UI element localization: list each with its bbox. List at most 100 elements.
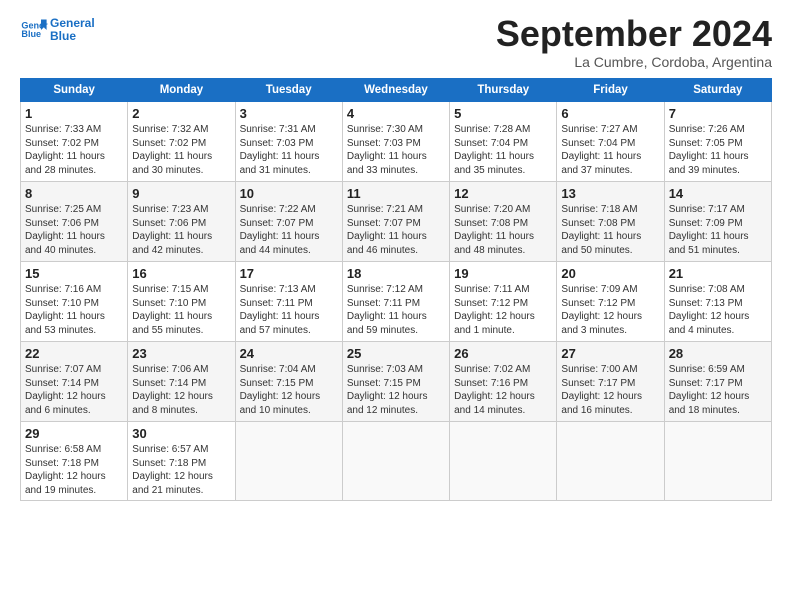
calendar-week-1: 1 Sunrise: 7:33 AM Sunset: 7:02 PM Daylig… (21, 102, 772, 182)
table-row: 7 Sunrise: 7:26 AM Sunset: 7:05 PM Daylig… (664, 102, 771, 182)
table-row: 25 Sunrise: 7:03 AM Sunset: 7:15 PM Dayli… (342, 342, 449, 422)
table-row: 27 Sunrise: 7:00 AM Sunset: 7:17 PM Dayli… (557, 342, 664, 422)
calendar-week-3: 15 Sunrise: 7:16 AM Sunset: 7:10 PM Dayli… (21, 262, 772, 342)
day-number: 28 (669, 346, 767, 361)
table-row: 2 Sunrise: 7:32 AM Sunset: 7:02 PM Daylig… (128, 102, 235, 182)
day-content: Sunrise: 7:28 AM Sunset: 7:04 PM Dayligh… (454, 123, 552, 177)
table-row: 15 Sunrise: 7:16 AM Sunset: 7:10 PM Dayli… (21, 262, 128, 342)
day-number: 19 (454, 266, 552, 281)
day-content: Sunrise: 7:02 AM Sunset: 7:16 PM Dayligh… (454, 363, 552, 417)
day-content: Sunrise: 7:16 AM Sunset: 7:10 PM Dayligh… (25, 283, 123, 337)
day-number: 15 (25, 266, 123, 281)
header-monday: Monday (128, 79, 235, 102)
calendar-week-2: 8Sunrise: 7:25 AM Sunset: 7:06 PM Daylig… (21, 182, 772, 262)
table-row: 16 Sunrise: 7:15 AM Sunset: 7:10 PM Dayli… (128, 262, 235, 342)
table-row: 29 Sunrise: 6:58 AM Sunset: 7:18 PM Dayli… (21, 422, 128, 501)
calendar-table: Sunday Monday Tuesday Wednesday Thursday… (20, 78, 772, 501)
day-number: 22 (25, 346, 123, 361)
day-content: Sunrise: 7:07 AM Sunset: 7:14 PM Dayligh… (25, 363, 123, 417)
day-content: Sunrise: 7:12 AM Sunset: 7:11 PM Dayligh… (347, 283, 445, 337)
table-row (235, 422, 342, 501)
day-content: Sunrise: 7:26 AM Sunset: 7:05 PM Dayligh… (669, 123, 767, 177)
day-number: 10 (240, 186, 338, 201)
month-title: September 2024 (496, 16, 772, 52)
table-row: 19 Sunrise: 7:11 AM Sunset: 7:12 PM Dayli… (450, 262, 557, 342)
day-content: Sunrise: 7:15 AM Sunset: 7:10 PM Dayligh… (132, 283, 230, 337)
calendar-week-5: 29 Sunrise: 6:58 AM Sunset: 7:18 PM Dayli… (21, 422, 772, 501)
day-content: Sunrise: 7:18 AM Sunset: 7:08 PM Dayligh… (561, 203, 659, 257)
table-row: 26 Sunrise: 7:02 AM Sunset: 7:16 PM Dayli… (450, 342, 557, 422)
day-number: 20 (561, 266, 659, 281)
table-row: 22 Sunrise: 7:07 AM Sunset: 7:14 PM Dayli… (21, 342, 128, 422)
calendar-week-4: 22 Sunrise: 7:07 AM Sunset: 7:14 PM Dayli… (21, 342, 772, 422)
table-row: 30 Sunrise: 6:57 AM Sunset: 7:18 PM Dayli… (128, 422, 235, 501)
day-content: Sunrise: 6:57 AM Sunset: 7:18 PM Dayligh… (132, 443, 230, 497)
day-number: 24 (240, 346, 338, 361)
day-number: 9 (132, 186, 230, 201)
day-number: 30 (132, 426, 230, 441)
day-number: 16 (132, 266, 230, 281)
day-number: 11 (347, 186, 445, 201)
table-row (557, 422, 664, 501)
day-content: Sunrise: 7:20 AM Sunset: 7:08 PM Dayligh… (454, 203, 552, 257)
header-thursday: Thursday (450, 79, 557, 102)
day-number: 1 (25, 106, 123, 121)
day-number: 12 (454, 186, 552, 201)
day-content: Sunrise: 7:03 AM Sunset: 7:15 PM Dayligh… (347, 363, 445, 417)
day-number: 21 (669, 266, 767, 281)
table-row: 8Sunrise: 7:25 AM Sunset: 7:06 PM Daylig… (21, 182, 128, 262)
day-content: Sunrise: 7:08 AM Sunset: 7:13 PM Dayligh… (669, 283, 767, 337)
day-content: Sunrise: 7:00 AM Sunset: 7:17 PM Dayligh… (561, 363, 659, 417)
day-content: Sunrise: 7:17 AM Sunset: 7:09 PM Dayligh… (669, 203, 767, 257)
table-row: 18 Sunrise: 7:12 AM Sunset: 7:11 PM Dayli… (342, 262, 449, 342)
table-row (450, 422, 557, 501)
day-number: 6 (561, 106, 659, 121)
weekday-header-row: Sunday Monday Tuesday Wednesday Thursday… (21, 79, 772, 102)
day-content: Sunrise: 7:09 AM Sunset: 7:12 PM Dayligh… (561, 283, 659, 337)
day-number: 18 (347, 266, 445, 281)
table-row: 3 Sunrise: 7:31 AM Sunset: 7:03 PM Daylig… (235, 102, 342, 182)
day-content: Sunrise: 7:33 AM Sunset: 7:02 PM Dayligh… (25, 123, 123, 177)
day-content: Sunrise: 7:21 AM Sunset: 7:07 PM Dayligh… (347, 203, 445, 257)
day-number: 8 (25, 186, 123, 201)
day-number: 14 (669, 186, 767, 201)
table-row: 5Sunrise: 7:28 AM Sunset: 7:04 PM Daylig… (450, 102, 557, 182)
header-sunday: Sunday (21, 79, 128, 102)
day-content: Sunrise: 7:30 AM Sunset: 7:03 PM Dayligh… (347, 123, 445, 177)
table-row: 13 Sunrise: 7:18 AM Sunset: 7:08 PM Dayli… (557, 182, 664, 262)
location: La Cumbre, Cordoba, Argentina (496, 54, 772, 70)
day-content: Sunrise: 7:23 AM Sunset: 7:06 PM Dayligh… (132, 203, 230, 257)
day-content: Sunrise: 7:13 AM Sunset: 7:11 PM Dayligh… (240, 283, 338, 337)
day-number: 2 (132, 106, 230, 121)
page: General Blue General Blue September 2024… (0, 0, 792, 511)
day-number: 29 (25, 426, 123, 441)
table-row: 1 Sunrise: 7:33 AM Sunset: 7:02 PM Daylig… (21, 102, 128, 182)
title-block: September 2024 La Cumbre, Cordoba, Argen… (496, 16, 772, 70)
day-number: 23 (132, 346, 230, 361)
day-content: Sunrise: 6:58 AM Sunset: 7:18 PM Dayligh… (25, 443, 123, 497)
day-content: Sunrise: 6:59 AM Sunset: 7:17 PM Dayligh… (669, 363, 767, 417)
day-number: 4 (347, 106, 445, 121)
table-row: 23 Sunrise: 7:06 AM Sunset: 7:14 PM Dayli… (128, 342, 235, 422)
logo-icon: General Blue (20, 16, 48, 44)
day-number: 26 (454, 346, 552, 361)
day-content: Sunrise: 7:32 AM Sunset: 7:02 PM Dayligh… (132, 123, 230, 177)
logo-text-blue: Blue (50, 30, 95, 43)
table-row: 21 Sunrise: 7:08 AM Sunset: 7:13 PM Dayli… (664, 262, 771, 342)
day-content: Sunrise: 7:31 AM Sunset: 7:03 PM Dayligh… (240, 123, 338, 177)
day-content: Sunrise: 7:04 AM Sunset: 7:15 PM Dayligh… (240, 363, 338, 417)
day-number: 27 (561, 346, 659, 361)
day-number: 7 (669, 106, 767, 121)
table-row: 11 Sunrise: 7:21 AM Sunset: 7:07 PM Dayli… (342, 182, 449, 262)
day-content: Sunrise: 7:06 AM Sunset: 7:14 PM Dayligh… (132, 363, 230, 417)
day-number: 25 (347, 346, 445, 361)
table-row: 4 Sunrise: 7:30 AM Sunset: 7:03 PM Daylig… (342, 102, 449, 182)
day-number: 13 (561, 186, 659, 201)
day-number: 3 (240, 106, 338, 121)
table-row: 17Sunrise: 7:13 AM Sunset: 7:11 PM Dayli… (235, 262, 342, 342)
header-friday: Friday (557, 79, 664, 102)
day-content: Sunrise: 7:22 AM Sunset: 7:07 PM Dayligh… (240, 203, 338, 257)
day-content: Sunrise: 7:11 AM Sunset: 7:12 PM Dayligh… (454, 283, 552, 337)
table-row: 6Sunrise: 7:27 AM Sunset: 7:04 PM Daylig… (557, 102, 664, 182)
header-tuesday: Tuesday (235, 79, 342, 102)
